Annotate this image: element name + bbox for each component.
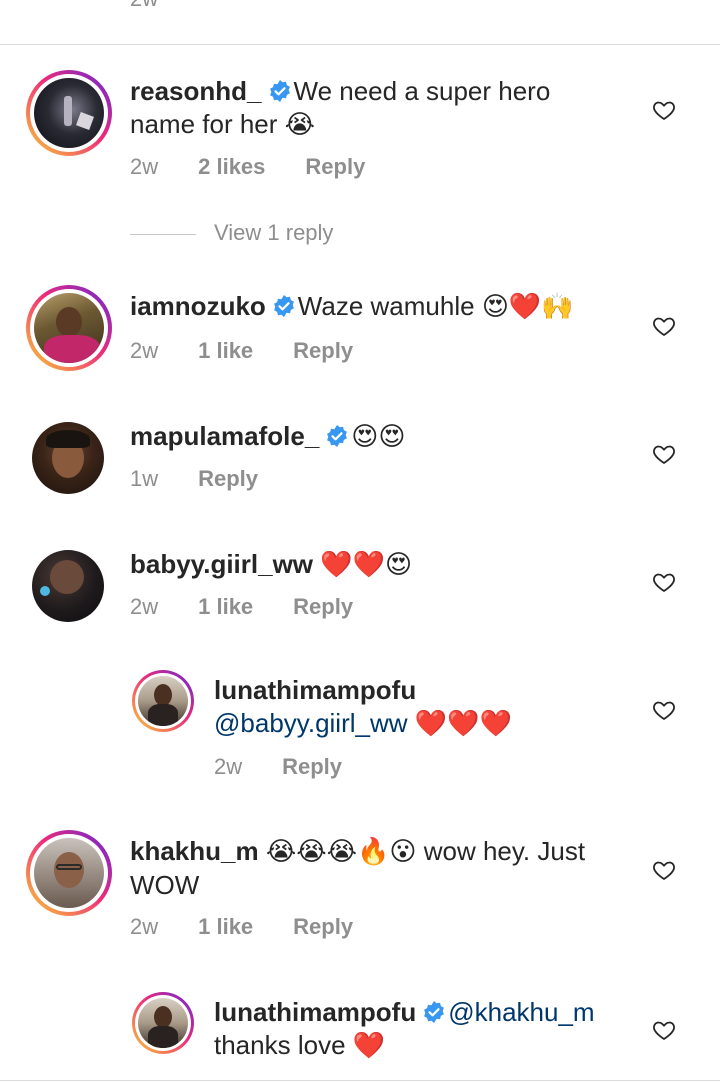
avatar (138, 998, 188, 1048)
reply-button[interactable]: Reply (198, 466, 258, 492)
avatar (34, 78, 104, 148)
reply-button[interactable]: Reply (293, 914, 353, 940)
comment-meta: 2w Reply (214, 754, 342, 780)
heart-outline-icon[interactable] (652, 442, 676, 466)
divider (0, 44, 720, 45)
verified-badge-icon (424, 1001, 445, 1023)
comment-emoji: 😍😍 (351, 422, 406, 452)
avatar (34, 293, 104, 363)
previous-comment-time: 2w (130, 0, 158, 12)
comment-username[interactable]: lunathimampofu (214, 997, 416, 1027)
comment-meta: 1w Reply (130, 466, 258, 492)
comment-meta: 2w 1 like Reply (130, 594, 353, 620)
heart-outline-icon[interactable] (652, 1018, 676, 1042)
comment-time: 2w (130, 154, 159, 179)
avatar (34, 838, 104, 908)
mention-link[interactable]: @khakhu_m (448, 997, 594, 1027)
view-replies-line (130, 233, 196, 235)
comment-meta: 2w 1 like Reply (130, 338, 353, 364)
reply-button[interactable]: Reply (293, 338, 353, 364)
comment-text: thanks love (214, 1030, 346, 1060)
avatar[interactable] (32, 550, 104, 622)
comment-body: reasonhd_ We need a super hero name for h… (130, 75, 590, 142)
comment-emoji: 😍❤️🙌 (481, 292, 574, 322)
comment-time: 2w (130, 594, 159, 619)
divider (0, 1080, 720, 1081)
heart-outline-icon[interactable] (652, 698, 676, 722)
story-ring[interactable] (132, 670, 194, 732)
heart-outline-icon[interactable] (652, 314, 676, 338)
reply-button[interactable]: Reply (305, 154, 365, 180)
comment-emoji: ❤️❤️❤️ (414, 709, 512, 739)
verified-badge-icon (327, 425, 348, 447)
verified-badge-icon (269, 80, 290, 102)
story-ring[interactable] (26, 70, 112, 156)
avatar (138, 676, 188, 726)
comment-username[interactable]: iamnozuko (130, 291, 266, 321)
comment-username[interactable]: lunathimampofu (214, 675, 416, 705)
comment-username[interactable]: khakhu_m (130, 836, 259, 866)
comment-username[interactable]: babyy.giirl_ww (130, 549, 313, 579)
reply-button[interactable]: Reply (293, 594, 353, 620)
comment-body: mapulamafole_ 😍😍 (130, 420, 610, 454)
comment-likes[interactable]: 1 like (198, 594, 253, 620)
comment-emoji: ❤️ (352, 1031, 386, 1061)
comment-time: 2w (130, 338, 159, 363)
comment-body: lunathimampofu @babyy.giirl_ww ❤️❤️❤️ (214, 674, 614, 741)
comment-username[interactable]: mapulamafole_ (130, 421, 319, 451)
avatar[interactable] (32, 422, 104, 494)
comment-emoji: 😭😭😭🔥😮 (265, 837, 417, 867)
comment-meta: 2w 2 likes Reply (130, 154, 365, 180)
story-ring[interactable] (26, 285, 112, 371)
comment-body: babyy.giirl_ww ❤️❤️😍 (130, 548, 610, 582)
view-replies-button[interactable]: View 1 reply (130, 220, 333, 246)
comment-meta: 2w 1 like Reply (130, 914, 353, 940)
story-ring[interactable] (132, 992, 194, 1054)
comment-emoji: 😭 (284, 110, 316, 140)
heart-outline-icon[interactable] (652, 98, 676, 122)
comment-emoji: ❤️❤️😍 (320, 550, 413, 580)
comment-body: iamnozuko Waze wamuhle 😍❤️🙌 (130, 290, 610, 324)
heart-outline-icon[interactable] (652, 858, 676, 882)
comment-likes[interactable]: 1 like (198, 914, 253, 940)
comment-time: 2w (214, 754, 243, 779)
verified-badge-icon (273, 295, 294, 317)
comment-username[interactable]: reasonhd_ (130, 76, 262, 106)
comment-time: 2w (130, 914, 159, 939)
view-replies-label[interactable]: View 1 reply (214, 220, 333, 245)
story-ring[interactable] (26, 830, 112, 916)
comment-likes[interactable]: 2 likes (198, 154, 265, 180)
reply-button[interactable]: Reply (282, 754, 342, 780)
comment-likes[interactable]: 1 like (198, 338, 253, 364)
heart-outline-icon[interactable] (652, 570, 676, 594)
mention-link[interactable]: @babyy.giirl_ww (214, 708, 408, 738)
comment-body: khakhu_m 😭😭😭🔥😮 wow hey. Just WOW (130, 835, 630, 902)
comment-body: lunathimampofu @khakhu_m thanks love ❤️ (214, 996, 634, 1063)
comment-text: Waze wamuhle (297, 291, 475, 321)
comment-time: 1w (130, 466, 159, 491)
